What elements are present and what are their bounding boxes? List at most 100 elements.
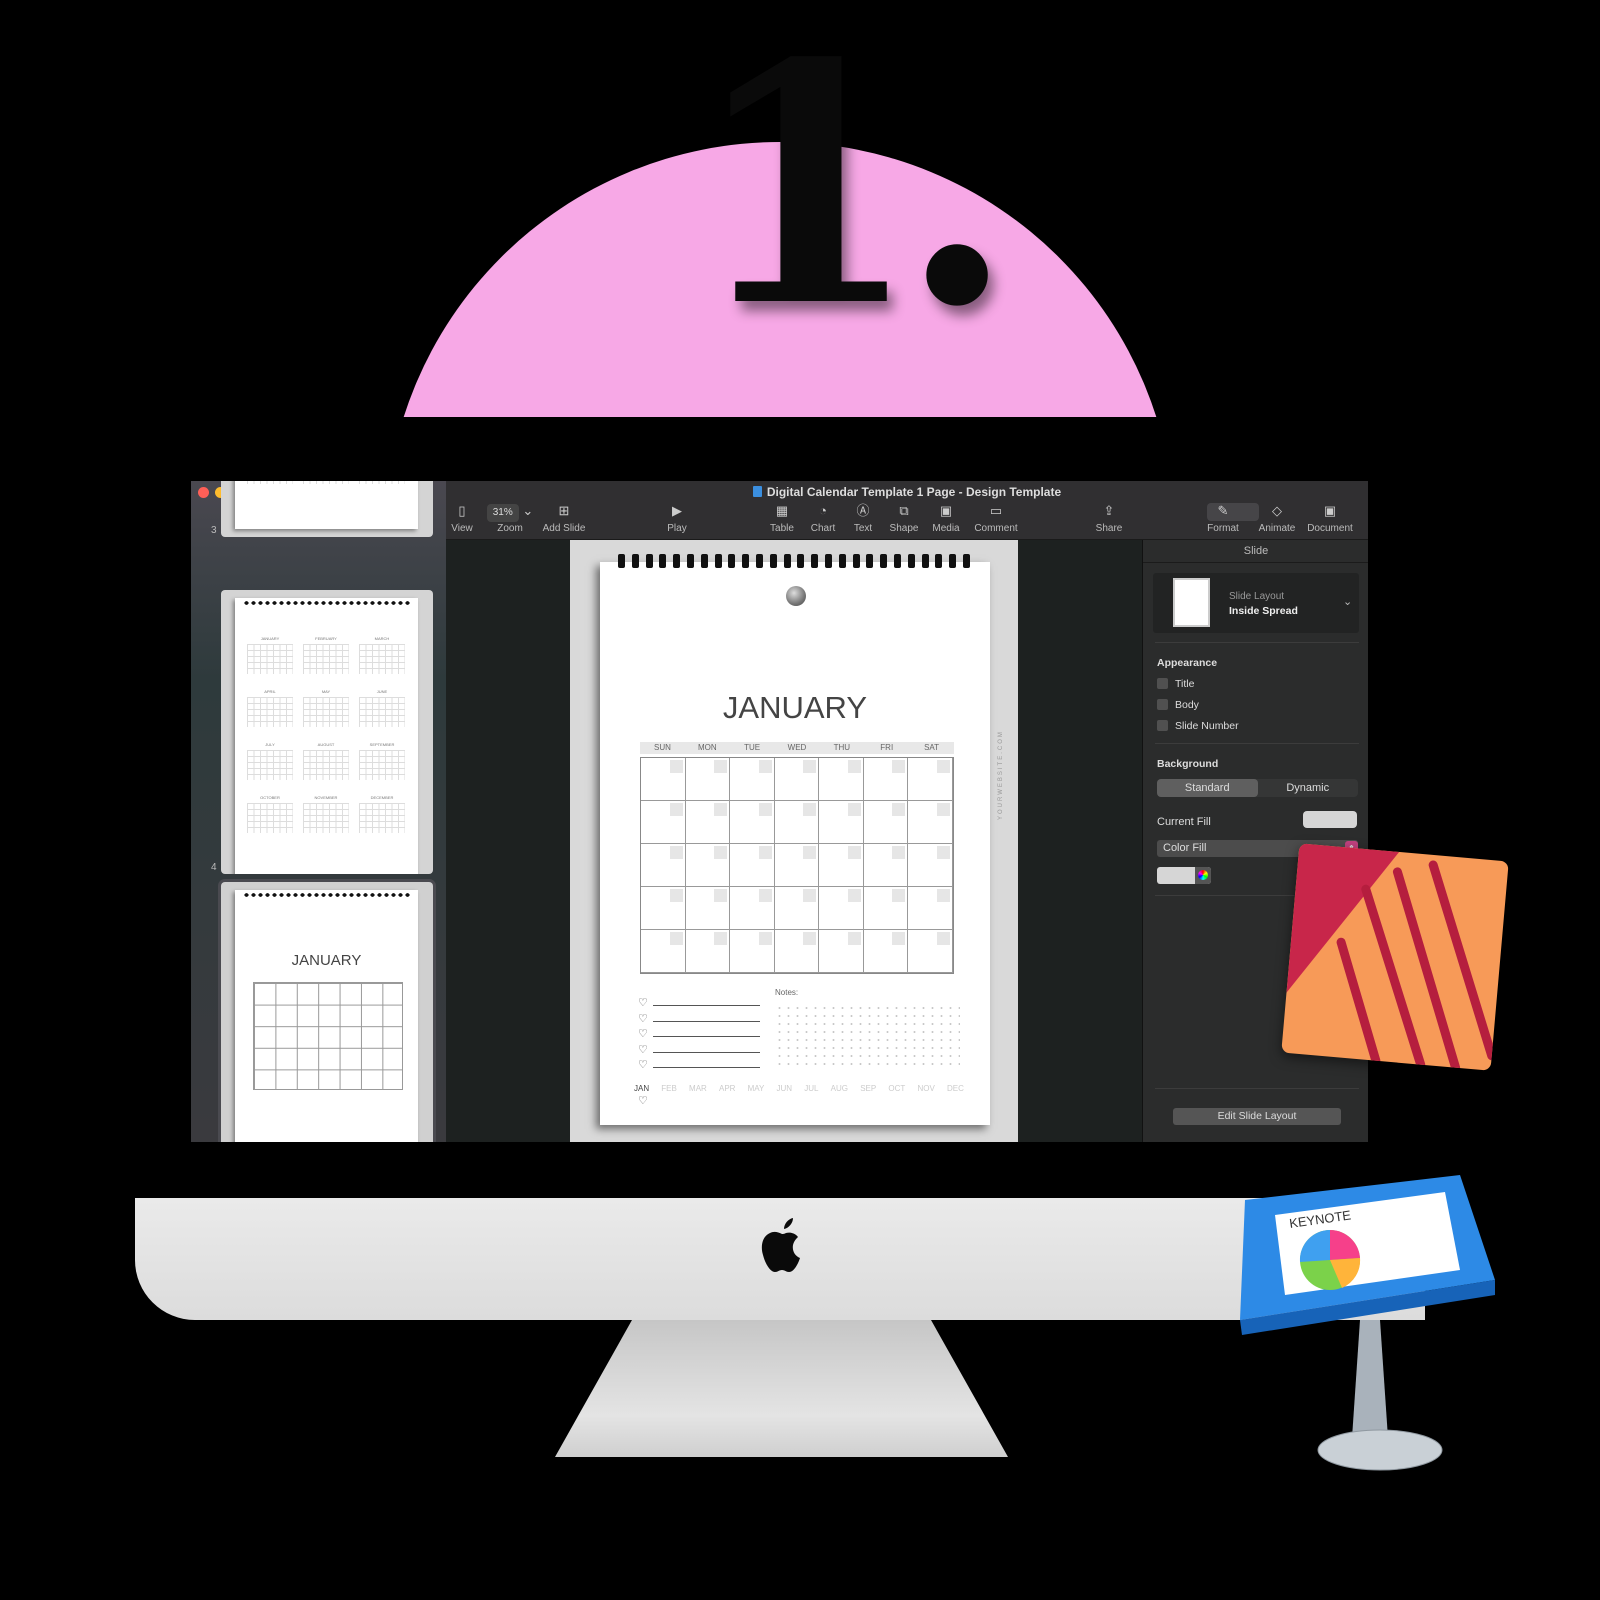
window-title: Digital Calendar Template 1 Page - Desig… [446, 485, 1368, 499]
line [653, 1036, 760, 1037]
day-cell [863, 801, 909, 844]
day-cell [774, 887, 820, 930]
divider [1155, 1088, 1359, 1089]
month-tab[interactable]: MAY [748, 1084, 765, 1093]
checkbox-slide-number[interactable]: Slide Number [1157, 720, 1239, 732]
day-cell [685, 801, 731, 844]
checkbox[interactable] [1157, 720, 1168, 731]
chevron-down-icon[interactable]: ⌄ [1343, 595, 1352, 608]
color-wheel-icon[interactable] [1195, 867, 1211, 884]
spiral-ring [880, 554, 888, 568]
mini-month-label: APRIL [264, 689, 276, 694]
mini-month-label: DECEMBER [370, 795, 394, 800]
day-cell [685, 887, 731, 930]
edit-slide-layout-button[interactable]: Edit Slide Layout [1173, 1108, 1341, 1125]
divider [1143, 562, 1368, 563]
todo-line: ♡ [638, 997, 762, 1011]
mini-month-grid [359, 481, 405, 484]
month-tab[interactable]: JUL [804, 1084, 818, 1093]
background-heading: Background [1157, 758, 1219, 770]
toolbar-comment-button[interactable]: ▭ Comment [961, 503, 1031, 534]
slide-navigator[interactable]: JANUARY FEBRUARY MARCH APRIL MAY JUNE JULY AUGU… [191, 481, 446, 1142]
segment-standard[interactable]: Standard [1157, 779, 1258, 797]
spiral-ring [894, 554, 901, 568]
day-cell [730, 801, 775, 844]
checkbox[interactable] [1157, 699, 1168, 710]
spiral-ring [728, 554, 736, 568]
spiral-rings [243, 600, 411, 606]
month-tab[interactable]: JUN [777, 1084, 793, 1093]
month-tab[interactable]: NOV [917, 1084, 934, 1093]
mini-month-grid [359, 803, 405, 833]
segment-dynamic[interactable]: Dynamic [1258, 779, 1359, 797]
checkbox-body[interactable]: Body [1157, 699, 1199, 711]
month-tab[interactable]: OCT [888, 1084, 905, 1093]
todo-line: ♡ [638, 1028, 762, 1042]
spiral-ring [769, 554, 777, 568]
day-cell [641, 844, 686, 887]
zoom-value[interactable]: 31% [486, 504, 519, 522]
current-fill-swatch[interactable] [1303, 811, 1357, 828]
month-tab[interactable]: AUG [831, 1084, 848, 1093]
month-tab[interactable]: FEB [661, 1084, 677, 1093]
month-tab[interactable]: SEP [860, 1084, 876, 1093]
month-tab[interactable]: DEC [947, 1084, 964, 1093]
weekday-label: SAT [924, 743, 940, 752]
thumbnail-page: JANUARYFEBRUARYMARCHAPRILMAYJUNEJULYAUGU… [235, 481, 418, 529]
toolbar-document-button[interactable]: ▣ Document [1295, 503, 1365, 534]
spiral-rings [243, 892, 411, 898]
day-cell [819, 887, 864, 930]
close-button[interactable] [198, 487, 209, 498]
slide[interactable]: JANUARY SUN MON TUE WED THU FRI SAT Notes: ♡ ♡ ♡… [570, 540, 1018, 1142]
spiral-ring [838, 554, 846, 568]
spiral-ring [687, 554, 694, 568]
mini-month-label: JANUARY [260, 636, 280, 641]
apple-logo-icon [761, 1218, 800, 1272]
day-cell [819, 930, 864, 973]
slide-thumbnail-5[interactable]: JANUARY [221, 882, 433, 1142]
day-cell [819, 801, 864, 844]
weekday-label: WED [787, 743, 807, 752]
month-tab[interactable]: APR [719, 1084, 735, 1093]
slide-canvas: JANUARY SUN MON TUE WED THU FRI SAT Notes: ♡ ♡ ♡… [446, 540, 1142, 1142]
checkbox-label: Body [1175, 699, 1199, 711]
slide-layout-picker[interactable]: Slide Layout Inside Spread ⌄ [1153, 573, 1359, 633]
checkbox-label: Slide Number [1175, 720, 1239, 732]
day-cell [730, 930, 775, 973]
divider [1155, 743, 1359, 744]
line [653, 1005, 760, 1006]
heart-icon: ♡ [638, 997, 648, 1009]
day-cell [774, 930, 820, 973]
weekday-label: MON [697, 743, 717, 752]
checkbox-title[interactable]: Title [1157, 678, 1194, 690]
day-cell [641, 930, 686, 973]
checkbox[interactable] [1157, 678, 1168, 689]
mini-calendar-grid [253, 982, 403, 1090]
spiral-ring [797, 554, 805, 568]
toolbar-share-button[interactable]: ⇪ Share [1074, 503, 1144, 534]
slide-thumbnail-4[interactable]: JANUARY FEBRUARY MARCH APRIL MAY JUNE JULY AUGU… [221, 590, 433, 874]
heart-icon: ♡ [638, 1059, 648, 1071]
toolbar-label: Document [1307, 523, 1353, 534]
mini-month-grid [247, 644, 293, 674]
spiral-ring [921, 554, 929, 568]
mini-month-grid [303, 697, 349, 727]
mini-month-grid [303, 750, 349, 780]
line [653, 1051, 760, 1053]
month-tab[interactable]: JAN [634, 1084, 649, 1093]
toolbar-play-button[interactable]: ▶ Play [642, 503, 712, 534]
weekday-label: FRI [880, 743, 894, 752]
background-segmented-control: Standard Dynamic [1157, 779, 1358, 797]
mini-month-grid [303, 481, 349, 484]
color-well[interactable] [1157, 867, 1211, 884]
keynote-app-icon: KEYNOTE [1240, 1175, 1495, 1471]
day-cell [685, 844, 731, 887]
inspector-tab-slide[interactable]: Slide [1143, 545, 1368, 557]
day-cell [685, 758, 731, 801]
spiral-ring [631, 554, 639, 568]
toolbar-add-slide-button[interactable]: ⊞ Add Slide [529, 503, 599, 534]
slide-thumbnail-3[interactable]: JANUARYFEBRUARYMARCHAPRILMAYJUNEJULYAUGU… [221, 481, 433, 537]
month-tab[interactable]: MAR [689, 1084, 707, 1093]
plus-square-icon: ⊞ [558, 503, 570, 518]
spiral-ring [618, 554, 625, 568]
